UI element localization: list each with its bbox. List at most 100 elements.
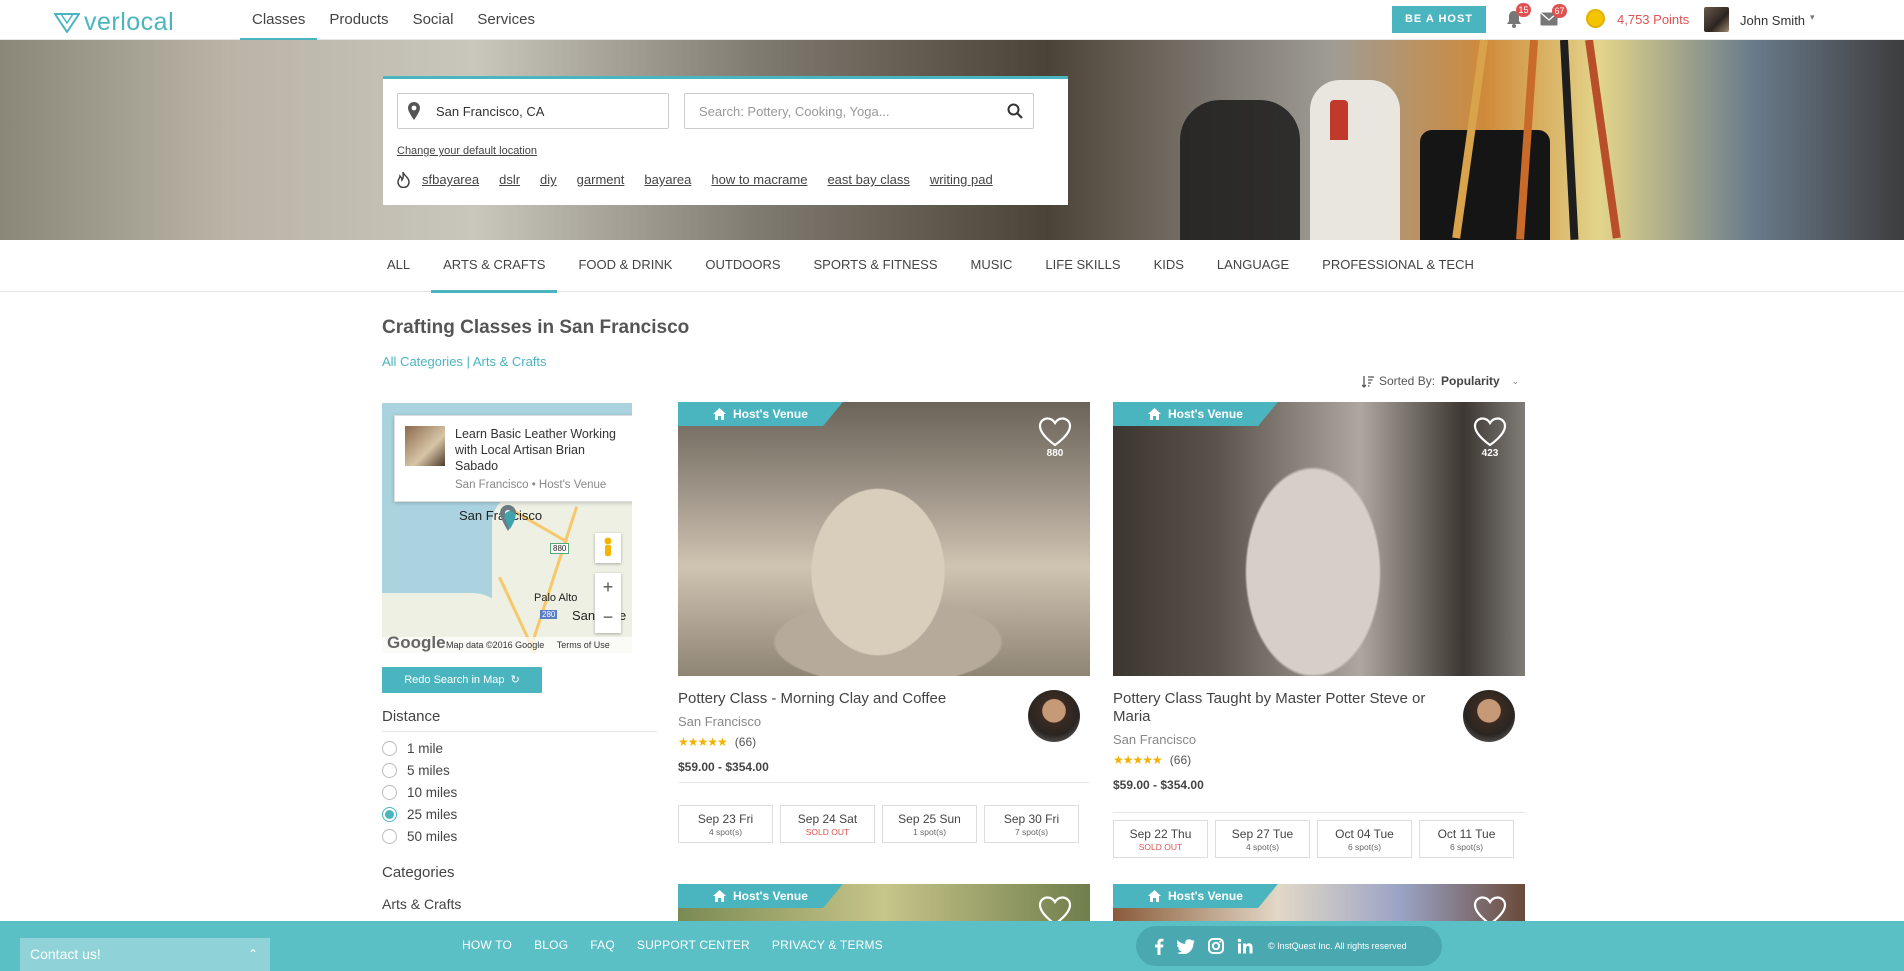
favorite-button[interactable]: 423: [1473, 417, 1507, 459]
session-date-chip[interactable]: Sep 24 Sat SOLD OUT: [780, 805, 875, 843]
listing-photo[interactable]: Host's Venue 880: [678, 402, 1090, 676]
results-map[interactable]: San Francisco Palo Alto San Jose 880 280…: [382, 403, 632, 653]
listing-card[interactable]: Host's Venue 423 Pottery Class Taught by…: [1113, 402, 1525, 862]
trending-tag[interactable]: sfbayarea: [422, 172, 479, 187]
tab-food-drink[interactable]: FOOD & DRINK: [566, 240, 684, 292]
nav-classes[interactable]: Classes: [240, 0, 318, 41]
trending-tag[interactable]: dslr: [499, 172, 520, 187]
change-location-link[interactable]: Change your default location: [397, 145, 537, 157]
favorite-button[interactable]: 880: [1038, 417, 1072, 459]
breadcrumb-arts-crafts[interactable]: Arts & Crafts: [473, 354, 547, 369]
listing-title[interactable]: Pottery Class Taught by Master Potter St…: [1113, 690, 1453, 726]
session-sold-out: SOLD OUT: [1138, 842, 1183, 852]
nav-social[interactable]: Social: [401, 0, 466, 40]
listing-photo[interactable]: Host's Venue 423: [1113, 402, 1525, 676]
distance-option-50-miles[interactable]: 50 miles: [382, 829, 457, 844]
hero-decor: [1330, 100, 1348, 140]
category-filter-item[interactable]: Arts & Crafts: [382, 896, 461, 912]
trending-tag[interactable]: writing pad: [930, 172, 993, 187]
tab-language[interactable]: LANGUAGE: [1205, 240, 1301, 292]
radio-button[interactable]: [382, 829, 397, 844]
listing-photo[interactable]: Host's Venue: [678, 884, 1090, 924]
twitter-icon[interactable]: [1177, 938, 1195, 954]
session-date-chip[interactable]: Sep 25 Sun 1 spot(s): [882, 805, 977, 843]
listing-city: San Francisco: [678, 714, 762, 729]
footer-link-how-to[interactable]: HOW TO: [462, 938, 512, 952]
user-avatar[interactable]: [1704, 7, 1729, 32]
favorite-count: 880: [1046, 448, 1064, 459]
listing-card[interactable]: Host's Venue 880 Pottery Class - Morning…: [678, 402, 1090, 852]
map-popup-card[interactable]: Learn Basic Leather Working with Local A…: [394, 415, 632, 502]
linkedin-icon[interactable]: [1237, 938, 1253, 954]
tab-life-skills[interactable]: LIFE SKILLS: [1033, 240, 1132, 292]
location-field[interactable]: San Francisco, CA: [397, 93, 669, 129]
chevron-up-icon: ⌃: [247, 947, 258, 961]
listing-title[interactable]: Pottery Class - Morning Clay and Coffee: [678, 690, 1018, 708]
be-a-host-button[interactable]: BE A HOST: [1392, 6, 1486, 33]
street-view-pegman-icon[interactable]: [595, 533, 621, 563]
footer-link-blog[interactable]: BLOG: [534, 938, 568, 952]
facebook-icon[interactable]: [1154, 938, 1164, 955]
favorite-button[interactable]: [1473, 896, 1507, 924]
trending-tag[interactable]: garment: [577, 172, 625, 187]
redo-search-in-map-button[interactable]: Redo Search in Map ↻: [382, 667, 542, 693]
session-date-chip[interactable]: Sep 30 Fri 7 spot(s): [984, 805, 1079, 843]
tab-outdoors[interactable]: OUTDOORS: [693, 240, 792, 292]
tab-professional-tech[interactable]: PROFESSIONAL & TECH: [1310, 240, 1486, 292]
map-marker-icon[interactable]: [504, 511, 516, 529]
nav-services[interactable]: Services: [465, 0, 547, 40]
trending-tag[interactable]: how to macrame: [711, 172, 807, 187]
map-terms-link[interactable]: Terms of Use: [557, 640, 610, 650]
distance-option-1-mile[interactable]: 1 mile: [382, 741, 443, 756]
zoom-in-button[interactable]: +: [595, 573, 621, 603]
instagram-icon[interactable]: [1208, 938, 1224, 954]
session-date-chip[interactable]: Oct 04 Tue 6 spot(s): [1317, 820, 1412, 858]
session-spots: 4 spot(s): [1245, 842, 1280, 852]
host-avatar[interactable]: [1028, 690, 1080, 742]
favorite-button[interactable]: [1038, 896, 1072, 924]
user-menu-caret-icon[interactable]: ▾: [1810, 12, 1815, 23]
points-balance[interactable]: 4,753 Points: [1617, 12, 1689, 27]
nav-products[interactable]: Products: [317, 0, 400, 40]
verlocal-logo[interactable]: verlocal: [54, 8, 174, 37]
host-avatar[interactable]: [1463, 690, 1515, 742]
tab-music[interactable]: MUSIC: [959, 240, 1025, 292]
search-input[interactable]: [685, 94, 985, 128]
notifications-button[interactable]: 15: [1506, 3, 1531, 33]
tab-all[interactable]: ALL: [375, 240, 422, 292]
trending-tag[interactable]: bayarea: [644, 172, 691, 187]
tab-kids[interactable]: KIDS: [1142, 240, 1196, 292]
categories-heading: Categories: [382, 864, 455, 881]
listing-card[interactable]: Host's Venue: [1113, 884, 1525, 924]
footer-link-privacy-terms[interactable]: PRIVACY & TERMS: [772, 938, 883, 952]
trending-tag[interactable]: diy: [540, 172, 557, 187]
listing-card[interactable]: Host's Venue: [678, 884, 1090, 924]
radio-button-selected[interactable]: [382, 807, 397, 822]
session-date-chip[interactable]: Sep 27 Tue 4 spot(s): [1215, 820, 1310, 858]
contact-us-widget[interactable]: Contact us! ⌃: [20, 938, 270, 971]
radio-button[interactable]: [382, 763, 397, 778]
distance-option-5-miles[interactable]: 5 miles: [382, 763, 450, 778]
session-date-chip[interactable]: Sep 23 Fri 4 spot(s): [678, 805, 773, 843]
zoom-out-button[interactable]: −: [595, 603, 621, 633]
footer-link-faq[interactable]: FAQ: [590, 938, 615, 952]
session-date-chip[interactable]: Oct 11 Tue 6 spot(s): [1419, 820, 1514, 858]
distance-option-10-miles[interactable]: 10 miles: [382, 785, 457, 800]
radio-button[interactable]: [382, 785, 397, 800]
distance-option-25-miles[interactable]: 25 miles: [382, 807, 457, 822]
breadcrumb-all-categories[interactable]: All Categories: [382, 354, 463, 369]
session-date-chip[interactable]: Sep 22 Thu SOLD OUT: [1113, 820, 1208, 858]
review-count: (66): [734, 735, 757, 749]
footer-link-support-center[interactable]: SUPPORT CENTER: [637, 938, 750, 952]
search-icon[interactable]: [1007, 103, 1023, 119]
page-title: Crafting Classes in San Francisco: [382, 317, 690, 338]
radio-button[interactable]: [382, 741, 397, 756]
sort-control[interactable]: Sorted By: Popularity ⌄: [1362, 374, 1519, 388]
tab-sports-fitness[interactable]: SPORTS & FITNESS: [802, 240, 950, 292]
messages-button[interactable]: 67: [1540, 4, 1567, 31]
user-name[interactable]: John Smith: [1740, 13, 1805, 28]
trending-tag[interactable]: east bay class: [827, 172, 909, 187]
tab-arts-crafts[interactable]: ARTS & CRAFTS: [431, 240, 558, 293]
listing-photo[interactable]: Host's Venue: [1113, 884, 1525, 924]
refresh-icon: ↻: [510, 674, 520, 686]
